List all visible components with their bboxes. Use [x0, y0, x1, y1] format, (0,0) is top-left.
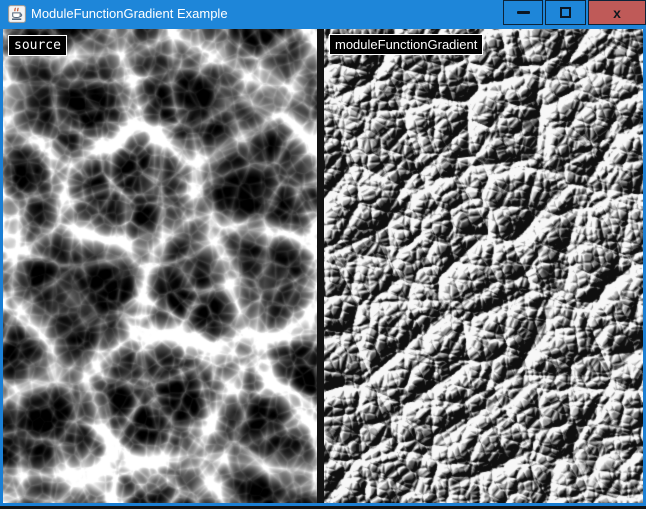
titlebar[interactable]: ModuleFunctionGradient Example x [0, 0, 646, 29]
close-icon: x [613, 6, 621, 20]
source-image [3, 29, 317, 503]
window-title: ModuleFunctionGradient Example [31, 0, 228, 29]
maximize-icon [560, 7, 571, 18]
maximize-button[interactable] [545, 0, 586, 25]
gradient-image [324, 29, 643, 503]
minimize-icon [517, 11, 530, 14]
source-label: source [8, 35, 67, 56]
app-window: ModuleFunctionGradient Example x source … [0, 0, 646, 509]
java-coffee-cup-icon [8, 5, 26, 23]
close-button[interactable]: x [588, 0, 646, 25]
gradient-label: moduleFunctionGradient [329, 34, 483, 55]
minimize-button[interactable] [503, 0, 543, 25]
